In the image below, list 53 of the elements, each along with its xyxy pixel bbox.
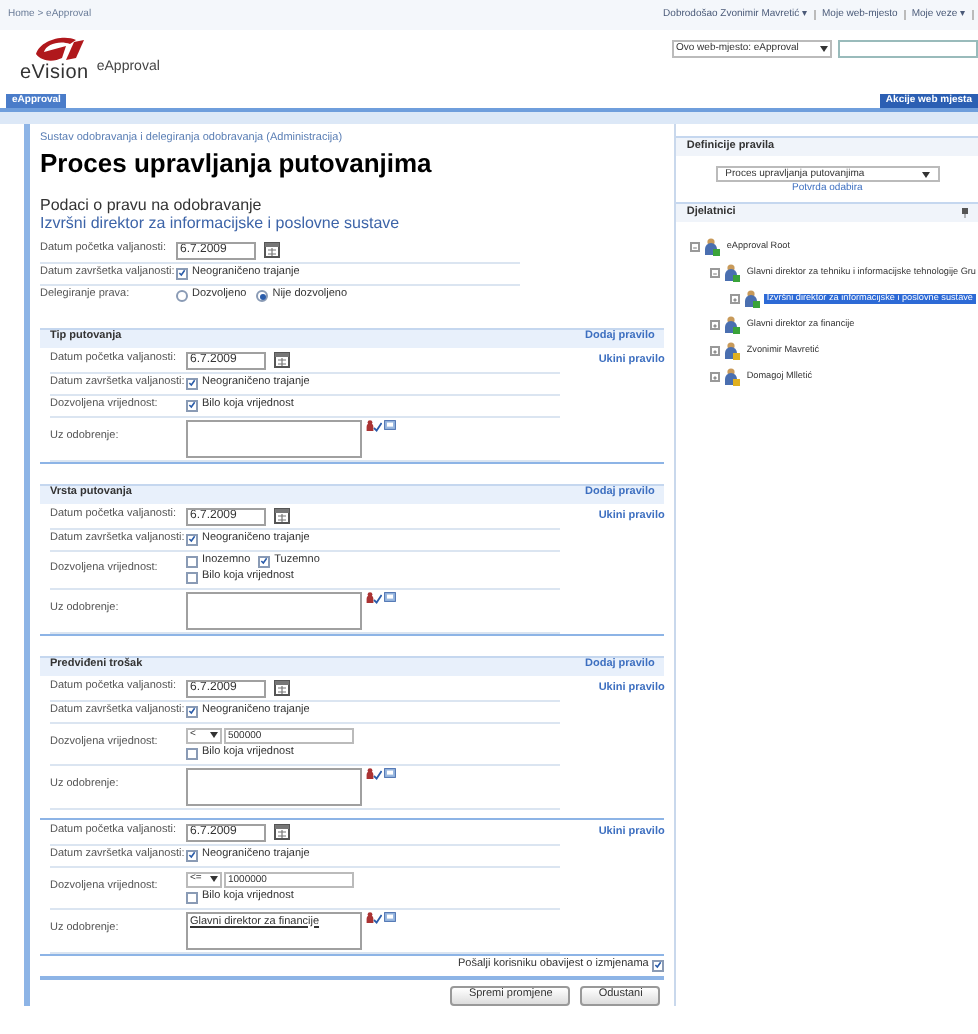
user-icon <box>744 290 761 308</box>
checkbox[interactable] <box>186 571 198 583</box>
user-icon <box>704 238 721 256</box>
user-icon <box>724 368 741 386</box>
expander-icon[interactable] <box>710 372 721 382</box>
expander-icon[interactable] <box>730 294 741 304</box>
check-names-icon[interactable] <box>366 911 382 923</box>
caret-icon[interactable] <box>210 732 218 738</box>
check-names-icon[interactable] <box>366 591 382 603</box>
search-field[interactable] <box>838 40 978 58</box>
user-icon <box>724 342 741 360</box>
user-icon <box>724 264 741 282</box>
calendar-icon[interactable] <box>274 508 290 524</box>
address-book-icon[interactable] <box>384 419 396 429</box>
checkbox[interactable] <box>258 555 271 567</box>
user-icon <box>724 316 741 334</box>
expander-icon[interactable] <box>690 242 701 252</box>
role-title: Izvršni direktor za informacijske i poslovne sustave <box>40 215 402 231</box>
caret-icon[interactable] <box>820 46 828 52</box>
address-book-icon[interactable] <box>384 767 396 777</box>
checkbox[interactable] <box>186 555 198 567</box>
expander-icon[interactable] <box>710 346 721 356</box>
check-names-icon[interactable] <box>366 419 382 431</box>
page-title: Proces upravljanja putovanjima <box>40 149 434 175</box>
checkbox[interactable] <box>652 959 665 971</box>
approver-field[interactable] <box>186 419 362 457</box>
expander-icon[interactable] <box>710 268 721 278</box>
checkbox[interactable] <box>186 377 198 389</box>
checkbox[interactable] <box>176 267 188 279</box>
logo-text: eVision <box>20 64 89 84</box>
logo-mark-icon <box>30 36 86 62</box>
expander-icon[interactable] <box>710 320 721 330</box>
calendar-icon[interactable] <box>274 680 290 696</box>
checkbox[interactable] <box>186 533 198 545</box>
approver-field[interactable] <box>186 767 362 805</box>
section-heading: Podaci o pravu na odobravanje <box>40 197 262 213</box>
checkbox[interactable] <box>186 747 198 759</box>
calendar-icon[interactable] <box>274 824 290 840</box>
calendar-icon[interactable] <box>264 242 280 258</box>
calendar-icon[interactable] <box>274 352 290 368</box>
check-names-icon[interactable] <box>366 767 382 779</box>
caret-icon[interactable] <box>210 876 218 882</box>
radio-button[interactable] <box>176 290 188 302</box>
checkbox[interactable] <box>186 399 198 411</box>
checkbox[interactable] <box>186 849 198 861</box>
checkbox[interactable] <box>186 705 198 717</box>
pin-icon[interactable] <box>962 208 968 218</box>
radio-button[interactable] <box>256 290 269 302</box>
address-book-icon[interactable] <box>384 591 396 601</box>
approver-field[interactable] <box>186 591 362 629</box>
caret-icon[interactable] <box>921 171 930 177</box>
checkbox[interactable] <box>186 891 198 903</box>
address-book-icon[interactable] <box>384 911 396 921</box>
